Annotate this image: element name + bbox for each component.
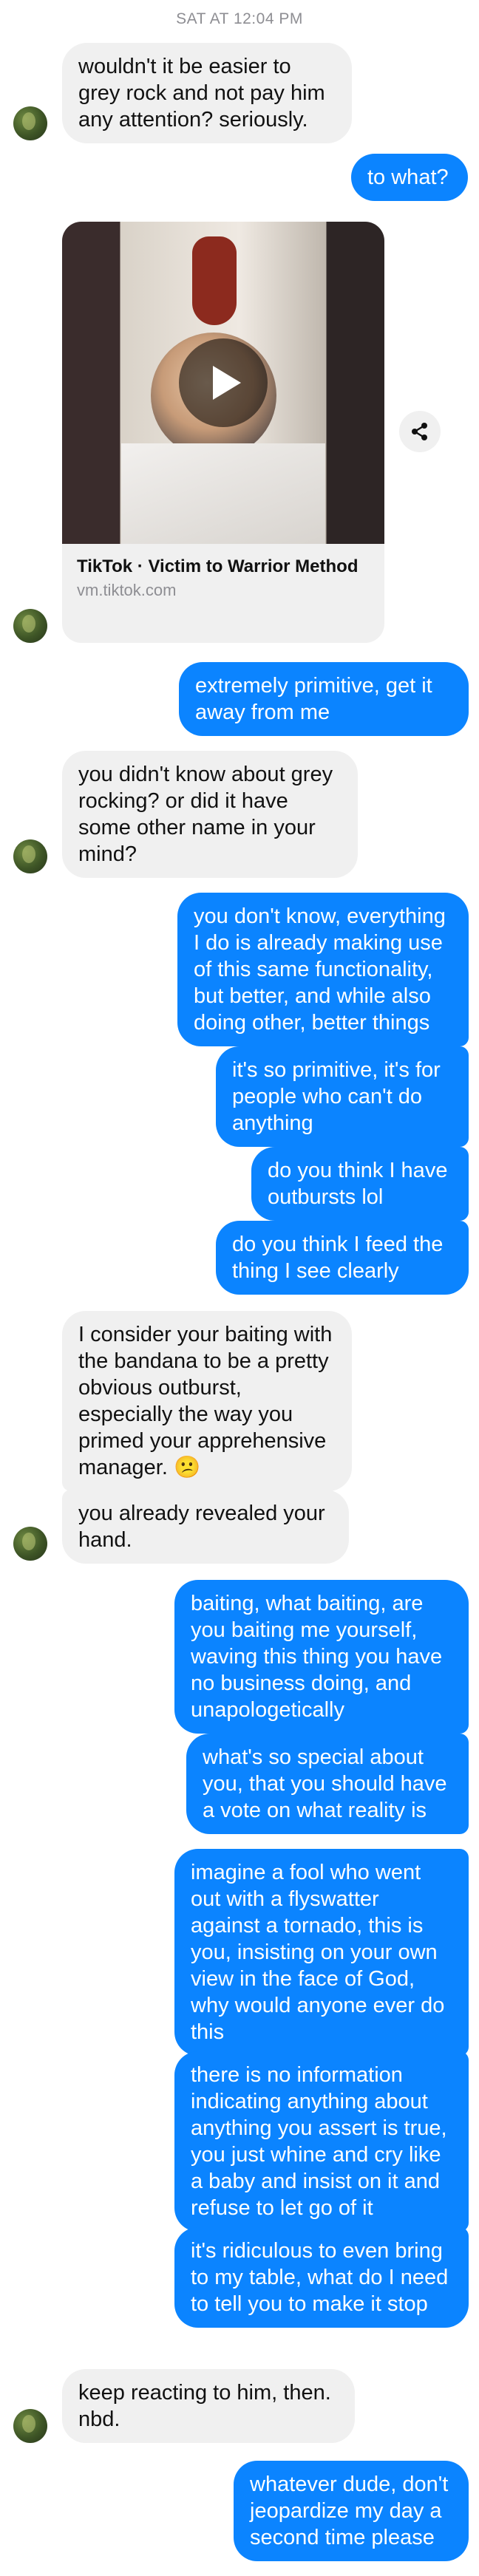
- message-incoming[interactable]: you already revealed your hand.: [62, 1490, 349, 1564]
- contact-avatar[interactable]: [13, 839, 47, 873]
- conversation-timestamp: SAT AT 12:04 PM: [176, 10, 303, 27]
- video-thumbnail[interactable]: [62, 222, 384, 544]
- message-outgoing[interactable]: whatever dude, don't jeopardize my day a…: [234, 2461, 469, 2561]
- vase-image-detail: [192, 236, 237, 325]
- message-outgoing[interactable]: it's so primitive, it's for people who c…: [216, 1046, 469, 1147]
- contact-avatar[interactable]: [13, 106, 47, 140]
- message-incoming[interactable]: I consider your baiting with the bandana…: [62, 1311, 352, 1491]
- message-outgoing[interactable]: there is no information indicating anyth…: [174, 2051, 469, 2232]
- message-outgoing[interactable]: do you think I have outbursts lol: [251, 1147, 469, 1221]
- play-icon[interactable]: [179, 338, 268, 427]
- message-incoming[interactable]: keep reacting to him, then. nbd.: [62, 2369, 355, 2443]
- message-outgoing[interactable]: extremely primitive, get it away from me: [179, 662, 469, 736]
- message-outgoing[interactable]: it's ridiculous to even bring to my tabl…: [174, 2227, 469, 2328]
- link-url: vm.tiktok.com: [77, 581, 177, 599]
- table-image-detail: [121, 443, 325, 544]
- contact-avatar[interactable]: [13, 609, 47, 643]
- link-preview-card[interactable]: TikTok · Victim to Warrior Method vm.tik…: [62, 222, 384, 643]
- message-outgoing[interactable]: you don't know, everything I do is alrea…: [177, 893, 469, 1046]
- message-incoming[interactable]: wouldn't it be easier to grey rock and n…: [62, 43, 352, 143]
- message-outgoing[interactable]: imagine a fool who went out with a flysw…: [174, 1849, 469, 2056]
- share-icon[interactable]: [399, 411, 441, 452]
- contact-avatar[interactable]: [13, 2409, 47, 2443]
- message-outgoing[interactable]: baiting, what baiting, are you baiting m…: [174, 1580, 469, 1734]
- message-outgoing[interactable]: what's so special about you, that you sh…: [186, 1734, 469, 1834]
- message-incoming[interactable]: you didn't know about grey rocking? or d…: [62, 751, 358, 878]
- contact-avatar[interactable]: [13, 1527, 47, 1561]
- message-outgoing[interactable]: do you think I feed the thing I see clea…: [216, 1221, 469, 1295]
- message-outgoing[interactable]: to what?: [351, 154, 468, 201]
- link-title: TikTok · Victim to Warrior Method: [77, 556, 359, 576]
